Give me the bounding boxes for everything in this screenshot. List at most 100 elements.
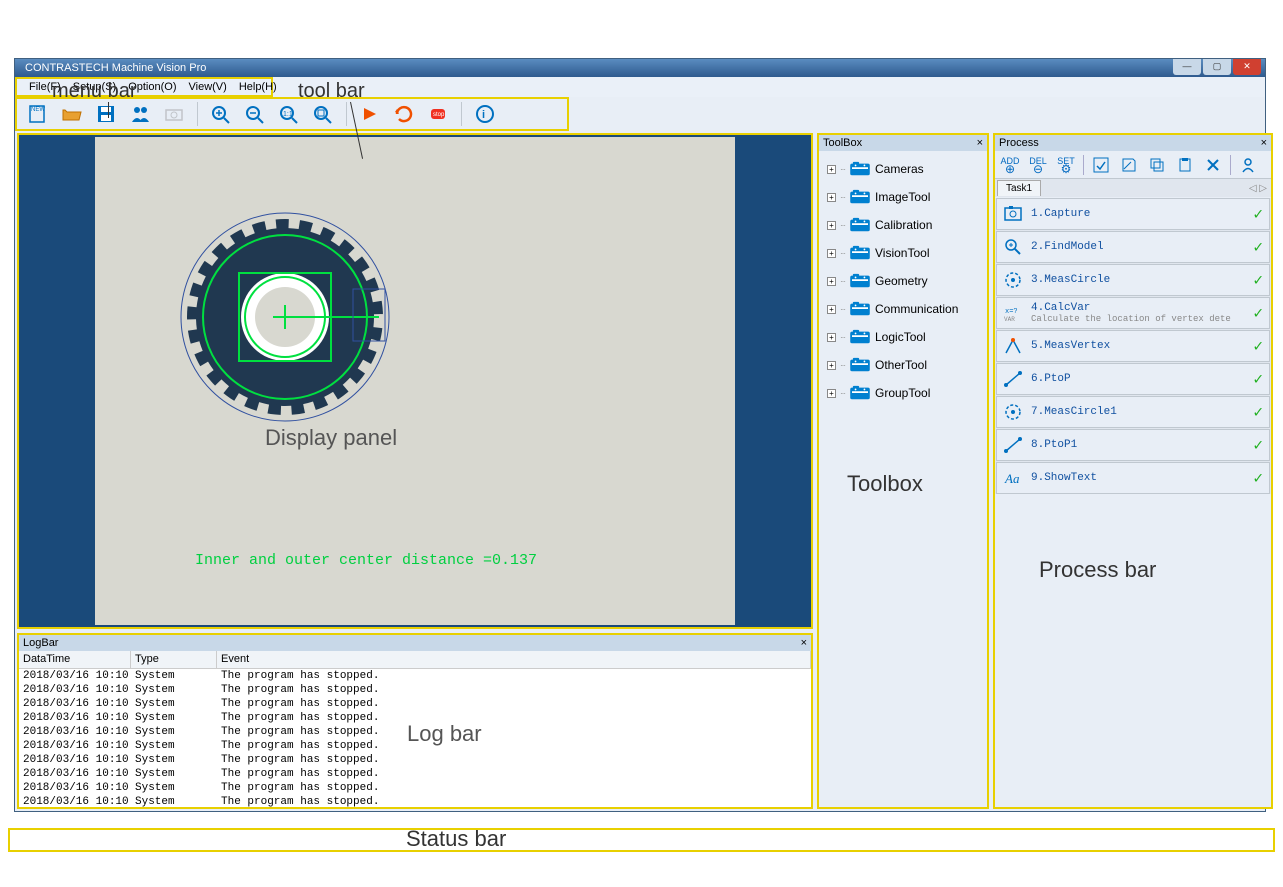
process-item-capture[interactable]: 1.Capture ✓ [996,198,1270,230]
process-edit-icon[interactable] [1090,154,1112,176]
process-user-icon[interactable] [1237,154,1259,176]
process-tab-nav[interactable]: ◁ ▷ [1249,183,1271,194]
annotation-tool-bar: tool bar [298,80,365,103]
process-item-meascircle1[interactable]: 7.MeasCircle1 ✓ [996,396,1270,428]
log-row[interactable]: 2018/03/16 10:10:20 System The program h… [19,683,811,697]
process-item-findmodel[interactable]: 2.FindModel ✓ [996,231,1270,263]
process-panel: Process × ADD⊕ DEL⊖ SET⚙ T [993,133,1273,809]
display-panel[interactable]: Display panel Inner and outer center dis… [17,133,813,629]
expand-icon[interactable]: + [827,249,836,258]
toolbox-item-communication[interactable]: + ··· Communication [821,295,985,323]
minimize-button[interactable]: — [1173,59,1201,75]
toolbox-item-grouptool[interactable]: + ··· GroupTool [821,379,985,407]
log-bar: LogBar × DataTime Type Event 2018/03/16 … [17,633,813,809]
process-item-meascircle[interactable]: 3.MeasCircle ✓ [996,264,1270,296]
log-row[interactable]: 2018/03/16 10:10:19 System The program h… [19,697,811,711]
run-icon[interactable] [355,100,385,128]
log-cell-event: The program has stopped. [217,767,811,781]
camera-icon[interactable] [159,100,189,128]
check-icon: ✓ [1253,237,1263,257]
stop-icon[interactable]: stop [423,100,453,128]
expand-icon[interactable]: + [827,165,836,174]
close-button[interactable]: ✕ [1233,59,1261,75]
log-row[interactable]: 2018/03/16 10:10:18 System The program h… [19,767,811,781]
process-tab-task1[interactable]: Task1 [997,180,1041,196]
toolbox-folder-icon [849,329,871,345]
expand-icon[interactable]: + [827,277,836,286]
process-toolbar: ADD⊕ DEL⊖ SET⚙ [995,151,1271,179]
toolbox-item-visiontool[interactable]: + ··· VisionTool [821,239,985,267]
log-cell-type: System [131,697,217,711]
menu-help[interactable]: Help(H) [233,79,283,95]
process-copy-icon[interactable] [1146,154,1168,176]
log-cell-type: System [131,725,217,739]
new-icon[interactable]: NEW [23,100,53,128]
log-col-type[interactable]: Type [131,651,217,668]
toolbox-item-cameras[interactable]: + ··· Cameras [821,155,985,183]
toolbox-item-imagetool[interactable]: + ··· ImageTool [821,183,985,211]
process-item-measvertex[interactable]: 5.MeasVertex ✓ [996,330,1270,362]
process-item-showtext[interactable]: Aa 9.ShowText ✓ [996,462,1270,494]
process-close-icon[interactable]: × [1261,135,1267,151]
log-row[interactable]: 2018/03/16 10:10:22 System The program h… [19,669,811,683]
svg-text:NEW: NEW [31,107,45,113]
zoom-out-icon[interactable] [240,100,270,128]
check-icon: ✓ [1253,369,1263,389]
toolbox-folder-icon [849,385,871,401]
expand-icon[interactable]: + [827,193,836,202]
log-cell-event: The program has stopped. [217,725,811,739]
log-cell-dt: 2018/03/16 10:10:19 [19,711,131,725]
process-item-ptop1[interactable]: 8.PtoP1 ✓ [996,429,1270,461]
expand-icon[interactable]: + [827,305,836,314]
process-item-calcvar[interactable]: x=?VAR 4.CalcVarCalculate the location o… [996,297,1270,329]
expand-icon[interactable]: + [827,333,836,342]
annotation-menu-bar: menu bar [52,80,137,103]
toolbox-close-icon[interactable]: × [977,135,983,151]
toolbox-item-othertool[interactable]: + ··· OtherTool [821,351,985,379]
log-cell-type: System [131,781,217,795]
expand-icon[interactable]: + [827,221,836,230]
zoom-fit-icon[interactable]: 1:1 [274,100,304,128]
log-cell-event: The program has stopped. [217,711,811,725]
expand-icon[interactable]: + [827,361,836,370]
log-close-icon[interactable]: × [801,635,807,651]
check-icon: ✓ [1253,204,1263,224]
annotation-display-panel: Display panel [265,425,397,451]
toolbox-panel: ToolBox × + ··· Cameras + ··· ImageTool … [817,133,989,809]
log-cell-event: The program has stopped. [217,781,811,795]
display-overlay-text: Inner and outer center distance =0.137 [195,552,537,569]
zoom-in-icon[interactable] [206,100,236,128]
toolbox-folder-icon [849,357,871,373]
annotation-log-bar: Log bar [407,721,482,747]
save-icon[interactable] [91,100,121,128]
maximize-button[interactable]: ▢ [1203,59,1231,75]
check-icon: ✓ [1253,303,1263,323]
about-icon[interactable]: i [470,100,500,128]
toolbox-item-geometry[interactable]: + ··· Geometry [821,267,985,295]
process-add-button[interactable]: ADD⊕ [999,154,1021,176]
check-icon: ✓ [1253,435,1263,455]
users-icon[interactable] [125,100,155,128]
process-item-ptop[interactable]: 6.PtoP ✓ [996,363,1270,395]
log-row[interactable]: 2018/03/16 10:10:18 System The program h… [19,781,811,795]
log-col-datetime[interactable]: DataTime [19,651,131,668]
process-item-icon [1003,402,1023,422]
log-col-event[interactable]: Event [217,651,811,668]
process-del-button[interactable]: DEL⊖ [1027,154,1049,176]
menu-view[interactable]: View(V) [183,79,233,95]
log-cell-type: System [131,753,217,767]
toolbox-item-calibration[interactable]: + ··· Calibration [821,211,985,239]
process-note-icon[interactable] [1118,154,1140,176]
expand-icon[interactable]: + [827,389,836,398]
toolbox-item-logictool[interactable]: + ··· LogicTool [821,323,985,351]
process-paste-icon[interactable] [1174,154,1196,176]
process-delete-icon[interactable] [1202,154,1224,176]
zoom-region-icon[interactable] [308,100,338,128]
process-item-label: 4.CalcVarCalculate the location of verte… [1031,302,1245,324]
process-item-icon: x=?VAR [1003,303,1023,323]
log-row[interactable]: 2018/03/16 10:10:07 System The program h… [19,795,811,809]
log-row[interactable]: 2018/03/16 10:10:18 System The program h… [19,753,811,767]
loop-icon[interactable] [389,100,419,128]
open-icon[interactable] [57,100,87,128]
process-set-button[interactable]: SET⚙ [1055,154,1077,176]
